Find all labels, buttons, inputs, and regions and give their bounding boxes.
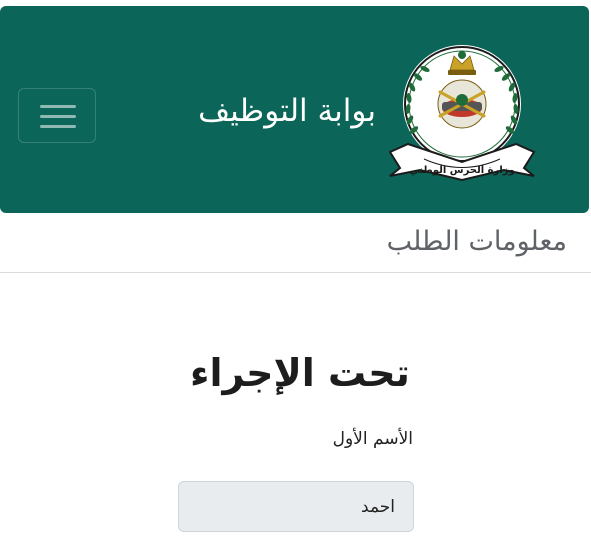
emblem-ribbon-text: وزارة الحرس الوطني — [409, 165, 515, 176]
portal-title: بوابة التوظيف — [198, 93, 376, 129]
app-header: وزارة الحرس الوطني بوابة التوظيف — [0, 6, 589, 213]
first-name-label: الأسم الأول — [332, 429, 413, 449]
section-divider — [0, 272, 591, 273]
application-status: تحت الإجراء — [190, 351, 410, 395]
menu-toggle-button[interactable] — [18, 88, 96, 143]
ministry-emblem-logo: وزارة الحرس الوطني — [388, 45, 536, 182]
first-name-field[interactable] — [178, 481, 414, 532]
page: وزارة الحرس الوطني بوابة التوظيف معلومات… — [0, 0, 591, 548]
section-title: معلومات الطلب — [386, 226, 567, 257]
